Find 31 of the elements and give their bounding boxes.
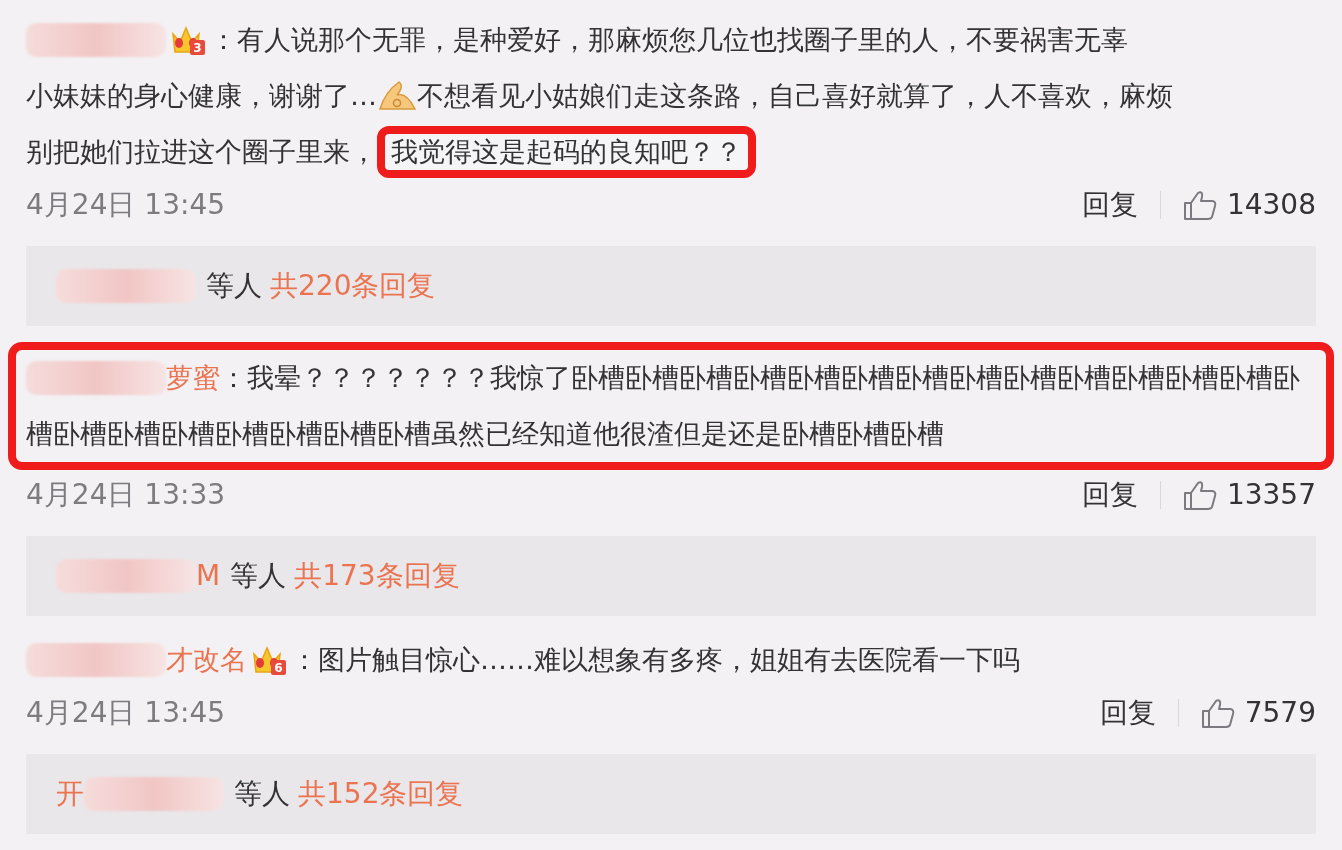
reply-count-link[interactable]: 共173条回复 <box>294 554 460 597</box>
hand-emoji-icon <box>377 79 417 113</box>
reply-count-link[interactable]: 共152条回复 <box>298 772 464 815</box>
reply-summary-text: 等人 <box>234 775 290 812</box>
reply-button[interactable]: 回复 <box>1081 473 1138 516</box>
reply-button[interactable]: 回复 <box>1099 691 1156 734</box>
user-name[interactable]: M <box>196 554 221 597</box>
comment-text: 不想看见小姑娘们走这条路，自己喜好就算了，人不喜欢，麻烦 <box>417 78 1173 113</box>
like-count: 7579 <box>1244 694 1316 731</box>
reply-summary-text: 等人 <box>206 267 262 304</box>
user-name[interactable]: 萝蜜 <box>166 357 220 399</box>
reply-button[interactable]: 回复 <box>1081 183 1138 226</box>
comment-text: ：我晕？？？？？？？我惊了卧槽卧槽卧槽卧槽卧槽卧槽卧槽卧槽卧槽卧槽卧槽卧槽卧槽卧 <box>220 360 1300 395</box>
thumbs-up-icon[interactable] <box>1182 188 1217 221</box>
comment-text: 小妹妹的身心健康，谢谢了… <box>26 78 377 113</box>
user-name[interactable]: 开 <box>56 772 84 815</box>
comment-text: ：有人说那个无罪，是种爱好，那麻烦您几位也找圈子里的人，不要祸害无辜 <box>210 22 1128 57</box>
highlighted-text: 我觉得这是起码的良知吧？？ <box>377 126 756 178</box>
reply-summary-text: 等人 <box>230 557 287 594</box>
comment-time: 4月24日 13:33 <box>26 476 226 513</box>
comment-time: 4月24日 13:45 <box>26 186 226 223</box>
thumbs-up-icon[interactable] <box>1182 478 1217 511</box>
comment-time: 4月24日 13:45 <box>26 694 226 731</box>
reply-count-link[interactable]: 共220条回复 <box>270 264 436 307</box>
thumbs-up-icon[interactable] <box>1200 696 1235 729</box>
user-name[interactable]: 才改名 <box>166 639 247 681</box>
comment-text: ：图片触目惊心……难以想象有多疼，姐姐有去医院看一下吗 <box>291 642 1020 677</box>
comment-text: 槽卧槽卧槽卧槽卧槽卧槽卧槽卧槽虽然已经知道他很渣但是还是卧槽卧槽卧槽 <box>26 416 944 451</box>
like-count: 13357 <box>1226 476 1316 513</box>
like-count: 14308 <box>1226 186 1316 223</box>
comment-text: 别把她们拉进这个圈子里来， <box>26 134 377 169</box>
